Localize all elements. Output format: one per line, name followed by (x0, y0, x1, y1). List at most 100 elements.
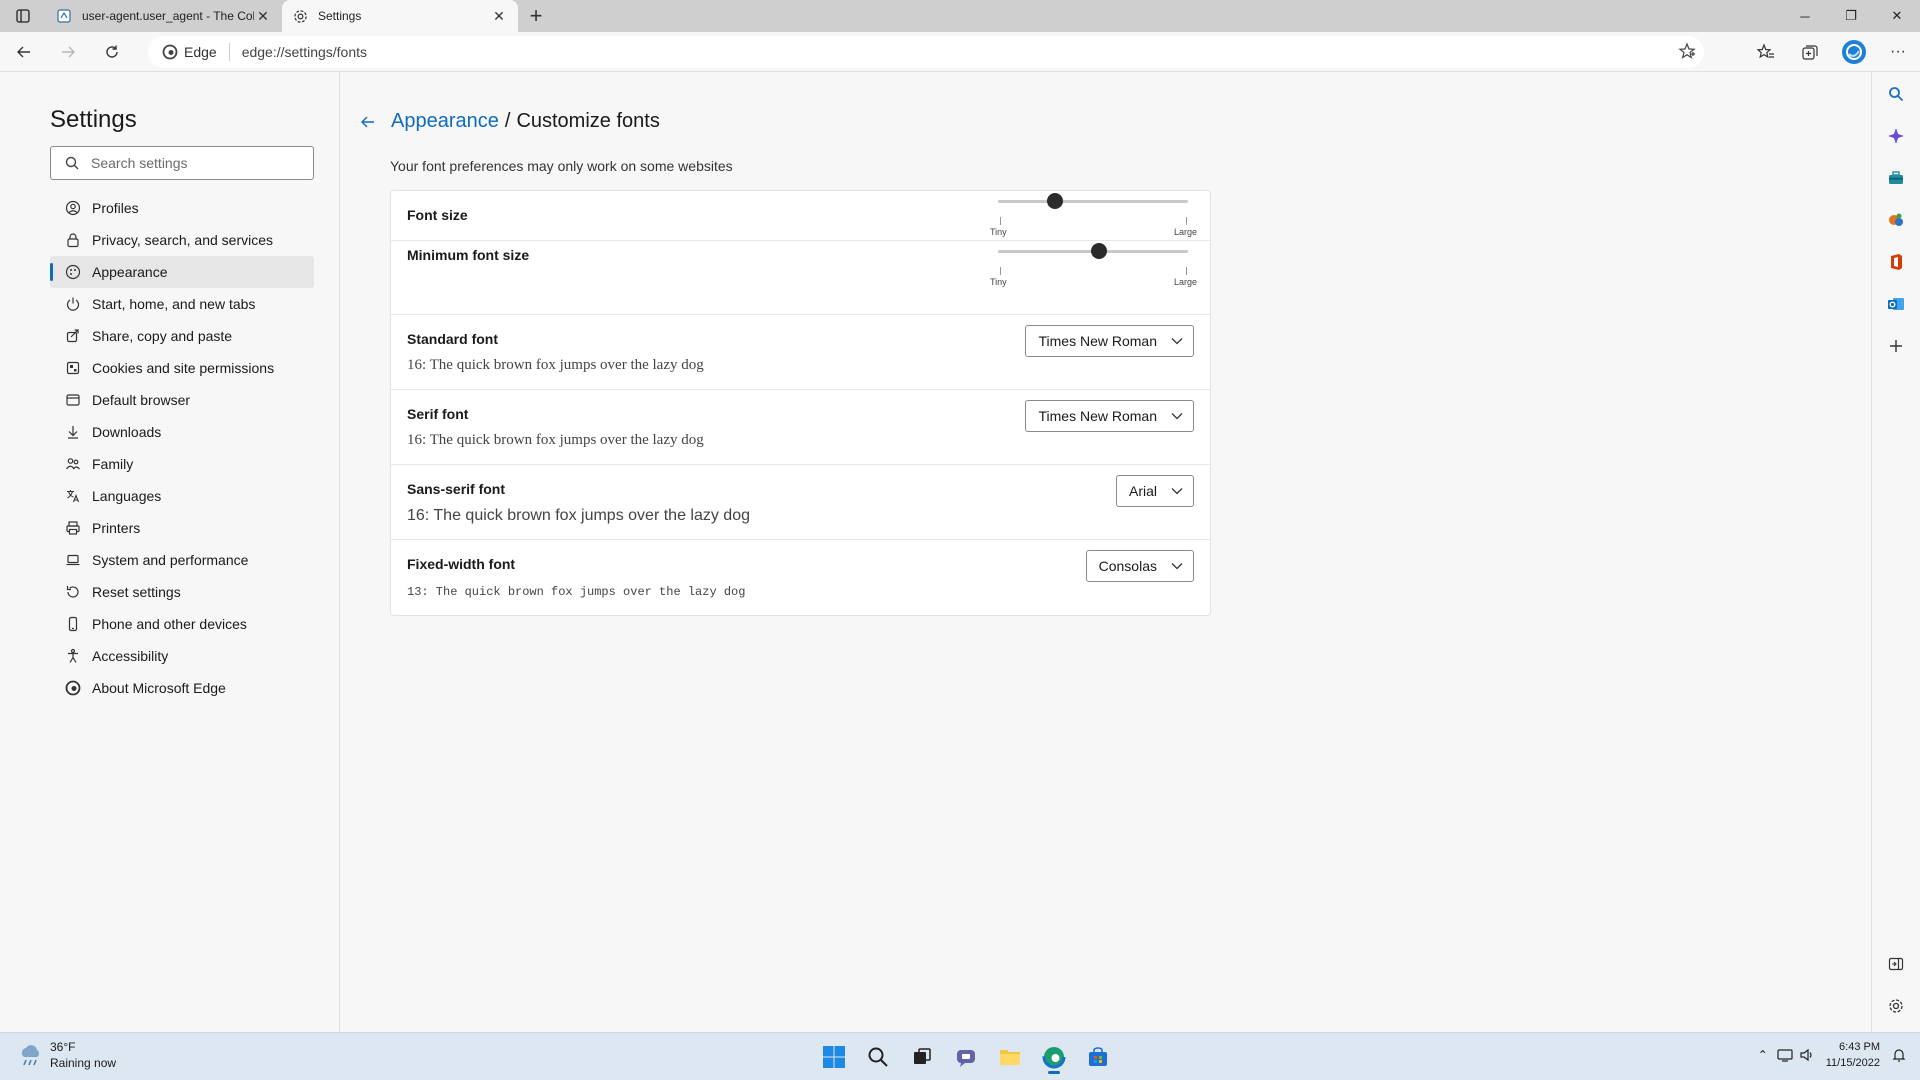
sidebar-item-about[interactable]: About Microsoft Edge (50, 672, 314, 704)
languages-icon (64, 487, 82, 505)
forward-button[interactable] (48, 34, 88, 70)
weather-widget[interactable]: 36°F Raining now (16, 1039, 116, 1071)
hide-sidebar-icon (1888, 957, 1904, 971)
teams-chat-button[interactable] (944, 1039, 988, 1075)
sidebar-item-label: Start, home, and new tabs (92, 296, 256, 312)
clock[interactable]: 6:43 PM 11/15/2022 (1826, 1039, 1880, 1071)
breadcrumb-appearance-link[interactable]: Appearance (391, 110, 499, 133)
sidebar-tools-button[interactable] (1884, 166, 1908, 190)
arrow-left-icon (361, 116, 374, 127)
sidebar-item-privacy[interactable]: Privacy, search, and services (50, 224, 314, 256)
sidebar-discover-button[interactable] (1884, 124, 1908, 148)
sidebar-hide-button[interactable] (1884, 952, 1908, 976)
sidebar-item-accessibility[interactable]: Accessibility (50, 640, 314, 672)
sidebar-add-button[interactable] (1884, 334, 1908, 358)
edge-logo-icon (1042, 1045, 1066, 1069)
minimize-button[interactable]: ─ (1782, 0, 1828, 32)
accessibility-icon (64, 647, 82, 665)
tab-settings[interactable]: Settings ✕ (282, 0, 518, 32)
address-bar[interactable]: Edge edge://settings/fonts (148, 36, 1704, 68)
sidebar-item-downloads[interactable]: Downloads (50, 416, 314, 448)
sidebar-search-button[interactable] (1884, 82, 1908, 106)
avatar (1842, 40, 1866, 64)
standard-font-dropdown[interactable]: Times New Roman (1025, 325, 1194, 357)
browser-toolbar: Edge edge://settings/fonts ··· (0, 32, 1920, 72)
close-tab-icon[interactable]: ✕ (254, 7, 272, 25)
sans-serif-font-dropdown[interactable]: Arial (1115, 475, 1194, 507)
search-settings-input[interactable] (91, 155, 291, 171)
collections-button[interactable] (1788, 32, 1832, 72)
start-button[interactable] (812, 1039, 856, 1075)
sidebar-games-button[interactable] (1884, 208, 1908, 232)
taskbar-search-button[interactable] (856, 1039, 900, 1075)
sidebar-item-family[interactable]: Family (50, 448, 314, 480)
sidebar-item-label: Languages (92, 488, 162, 504)
sidebar-item-languages[interactable]: Languages (50, 480, 314, 512)
page-title: Customize fonts (516, 110, 660, 132)
new-tab-button[interactable]: + (518, 0, 554, 32)
add-favorite-icon[interactable] (1678, 42, 1696, 63)
sidebar-settings-button[interactable] (1884, 994, 1908, 1018)
slider-thumb[interactable] (1090, 243, 1107, 259)
edge-logo-icon (64, 679, 82, 697)
search-settings-box[interactable] (50, 146, 314, 180)
font-size-label: Font size (407, 207, 468, 223)
taskbar-apps (812, 1039, 1120, 1075)
store-icon (1089, 1047, 1107, 1066)
tab-actions-icon (16, 9, 30, 23)
restore-button[interactable]: ❐ (1828, 0, 1874, 32)
favorites-button[interactable] (1744, 32, 1788, 72)
back-button[interactable] (4, 34, 44, 70)
volume-icon[interactable] (1796, 1044, 1818, 1066)
task-view-icon (914, 1048, 931, 1064)
sparkle-icon (1888, 128, 1904, 144)
fixed-width-font-label: Fixed-width font (407, 556, 516, 572)
show-hidden-icons-button[interactable]: ⌃ (1752, 1044, 1774, 1066)
sidebar-item-label: Appearance (92, 264, 168, 280)
close-window-button[interactable]: ✕ (1874, 0, 1920, 32)
edge-taskbar-button[interactable] (1032, 1039, 1076, 1075)
profile-button[interactable] (1832, 32, 1876, 72)
tab-actions-button[interactable] (0, 0, 46, 32)
collections-icon (1802, 45, 1818, 60)
notifications-icon[interactable] (1888, 1044, 1910, 1066)
system-tray: ⌃ 6:43 PM 11/15/2022 (1752, 1039, 1910, 1071)
sidebar-item-appearance[interactable]: Appearance (50, 256, 314, 288)
sidebar-item-default-browser[interactable]: Default browser (50, 384, 314, 416)
sidebar-item-reset[interactable]: Reset settings (50, 576, 314, 608)
dropdown-value: Times New Roman (1038, 408, 1157, 424)
sidebar-item-printers[interactable]: Printers (50, 512, 314, 544)
sidebar-item-cookies[interactable]: Cookies and site permissions (50, 352, 314, 384)
folder-icon (1000, 1050, 1020, 1065)
more-menu-button[interactable]: ··· (1876, 32, 1920, 72)
slider-thumb[interactable] (1047, 193, 1063, 209)
slider-tick-min (1000, 267, 1001, 275)
dropdown-value: Consolas (1098, 558, 1157, 574)
fixed-width-font-dropdown[interactable]: Consolas (1085, 550, 1194, 582)
min-font-size-slider[interactable]: Tiny Large (990, 243, 1197, 287)
sidebar-item-phone[interactable]: Phone and other devices (50, 608, 314, 640)
sidebar-item-profiles[interactable]: Profiles (50, 192, 314, 224)
close-tab-icon[interactable]: ✕ (490, 7, 508, 25)
sidebar-office-button[interactable] (1884, 250, 1908, 274)
sidebar-item-system[interactable]: System and performance (50, 544, 314, 576)
download-icon (64, 423, 82, 441)
sidebar-item-share[interactable]: Share, copy and paste (50, 320, 314, 352)
store-button[interactable] (1076, 1039, 1120, 1075)
serif-font-dropdown[interactable]: Times New Roman (1025, 400, 1194, 432)
sidebar-item-start-home[interactable]: Start, home, and new tabs (50, 288, 314, 320)
refresh-button[interactable] (92, 34, 132, 70)
font-size-slider[interactable]: Tiny Large (990, 193, 1197, 237)
network-icon[interactable] (1774, 1044, 1796, 1066)
gear-icon (292, 8, 308, 24)
fixed-width-font-row: Fixed-width font 13: The quick brown fox… (391, 540, 1210, 615)
file-explorer-button[interactable] (988, 1039, 1032, 1075)
edge-chip[interactable]: Edge (148, 43, 230, 61)
sidebar-outlook-button[interactable] (1884, 292, 1908, 316)
task-view-button[interactable] (900, 1039, 944, 1075)
reset-icon (64, 583, 82, 601)
sidebar-item-label: Family (92, 456, 134, 472)
back-to-appearance-button[interactable] (357, 111, 379, 133)
plus-icon (1890, 340, 1902, 352)
tab-user-agent[interactable]: user-agent.user_agent - The Coll ✕ (46, 0, 282, 32)
